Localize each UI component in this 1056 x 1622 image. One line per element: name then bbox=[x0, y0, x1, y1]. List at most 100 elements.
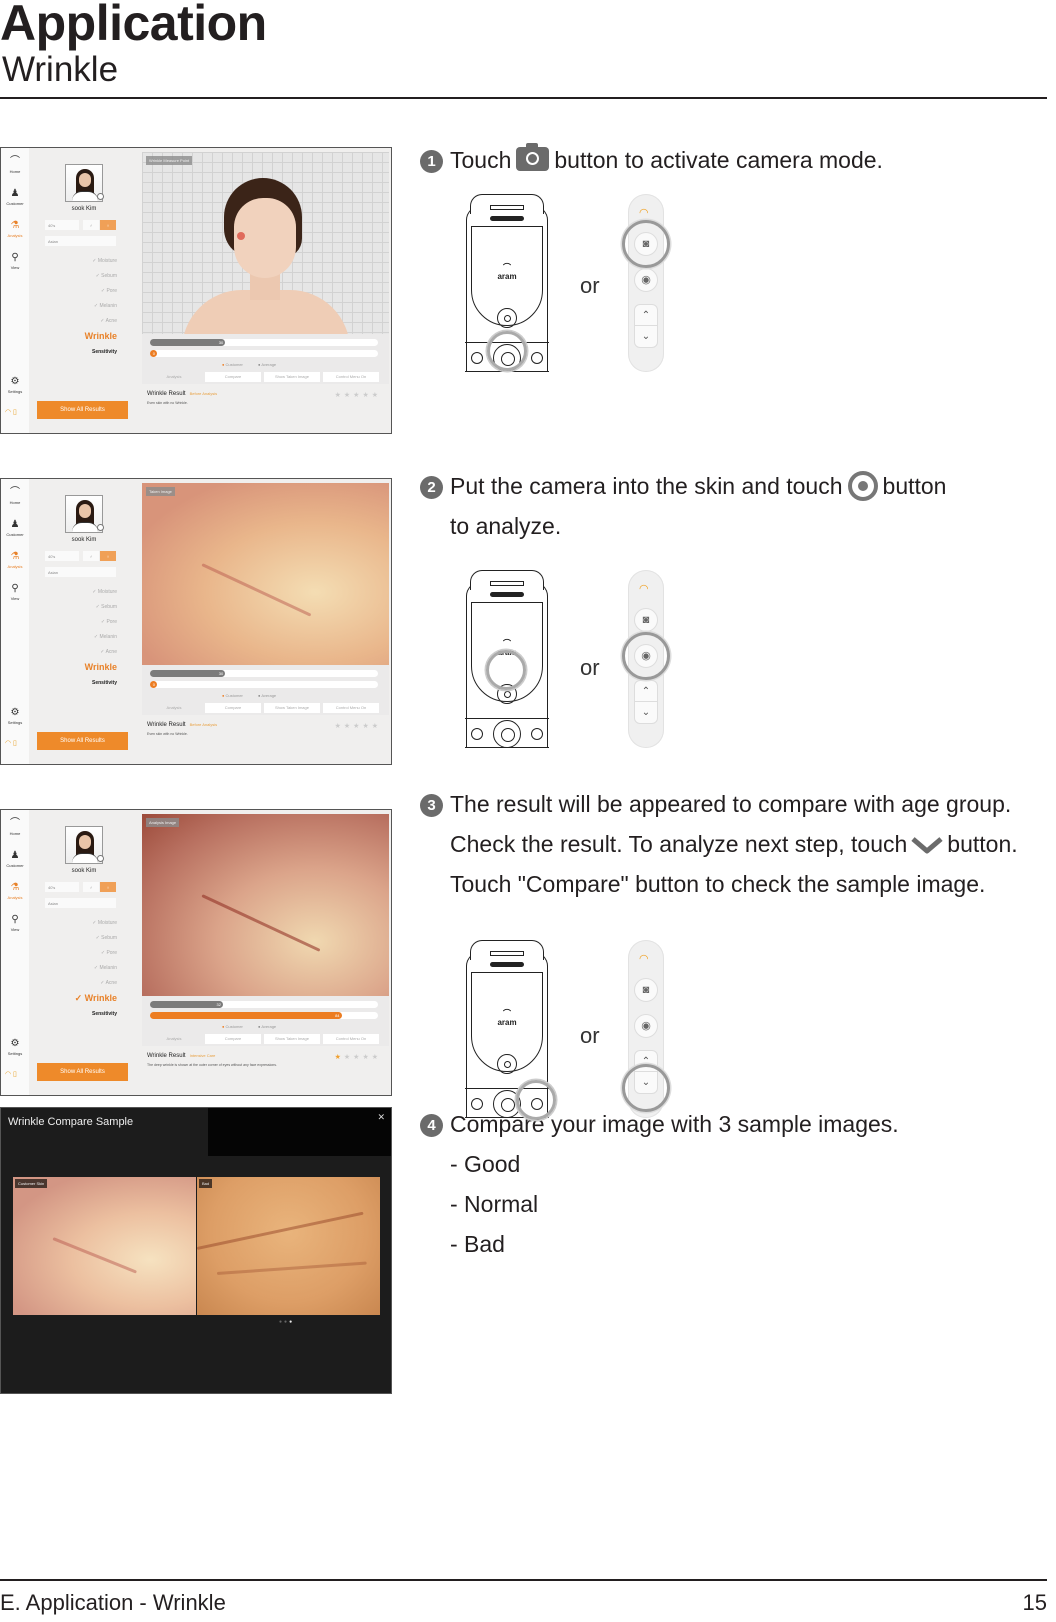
step-text: Check the result. To analyze next step, … bbox=[450, 831, 908, 857]
age-select[interactable]: 40's bbox=[45, 551, 79, 561]
gender-male-toggle[interactable]: ♂ bbox=[83, 882, 99, 892]
tab-show-taken-image[interactable]: Show Taken Image bbox=[264, 703, 320, 713]
tab-compare[interactable]: Compare bbox=[205, 1034, 261, 1044]
menu-sebum[interactable]: ✓ Sebum bbox=[96, 935, 117, 941]
chevron-down-icon[interactable]: ⌄ bbox=[635, 326, 657, 347]
menu-melanin[interactable]: ✓ Melanin bbox=[94, 303, 117, 309]
menu-wrinkle[interactable]: ✓ Wrinkle bbox=[75, 993, 117, 1004]
remote-camera-button[interactable]: ◙ bbox=[634, 978, 658, 1002]
gender-female-toggle[interactable]: ♀ bbox=[100, 220, 116, 230]
menu-acne[interactable]: ✓ Acne bbox=[100, 649, 117, 655]
nav-home[interactable]: ⌒ Home bbox=[1, 818, 29, 836]
tab-analysis[interactable]: Analysis bbox=[146, 372, 202, 382]
tab-show-taken-image[interactable]: Show Taken Image bbox=[264, 372, 320, 382]
legend: ● Customer ● Average bbox=[222, 693, 290, 698]
tab-control-menu[interactable]: Control Menu On bbox=[323, 372, 379, 382]
edit-photo-icon[interactable] bbox=[97, 855, 104, 862]
menu-moisture[interactable]: ✓ Moisture bbox=[92, 920, 117, 926]
nav-label: Analysis bbox=[7, 895, 23, 900]
show-all-results-button[interactable]: Show All Results bbox=[37, 1063, 128, 1081]
show-all-results-button[interactable]: Show All Results bbox=[37, 401, 128, 419]
menu-moisture[interactable]: ✓ Moisture bbox=[92, 589, 117, 595]
gender-male-toggle[interactable]: ♂ bbox=[83, 551, 99, 561]
menu-acne[interactable]: ✓ Acne bbox=[100, 318, 117, 324]
average-bar-track: 32 bbox=[150, 1001, 378, 1008]
modal-title: Wrinkle Compare Sample bbox=[8, 1116, 134, 1128]
nav-analysis[interactable]: ⚗ Analysis bbox=[1, 882, 29, 900]
menu-pore[interactable]: ✓ Pore bbox=[101, 619, 117, 625]
menu-melanin[interactable]: ✓ Melanin bbox=[94, 634, 117, 640]
customer-value: 0 bbox=[152, 682, 155, 687]
menu-sensitivity[interactable]: Sensitivity bbox=[92, 680, 117, 686]
nav-analysis[interactable]: ⚗ Analysis bbox=[1, 551, 29, 569]
chevron-down-icon[interactable]: ⌄ bbox=[635, 702, 657, 723]
tab-control-menu[interactable]: Control Menu On bbox=[323, 703, 379, 713]
menu-wrinkle[interactable]: Wrinkle bbox=[85, 662, 117, 672]
device-lens bbox=[497, 1054, 517, 1074]
gender-female-toggle[interactable]: ♀ bbox=[100, 551, 116, 561]
tab-control-menu[interactable]: Control Menu On bbox=[323, 1034, 379, 1044]
tab-show-taken-image[interactable]: Show Taken Image bbox=[264, 1034, 320, 1044]
close-icon[interactable]: ✕ bbox=[377, 1112, 385, 1123]
legend: ● Customer ● Average bbox=[222, 1024, 290, 1029]
device-left-button[interactable] bbox=[471, 1098, 483, 1110]
edit-photo-icon[interactable] bbox=[97, 524, 104, 531]
menu-sebum[interactable]: ✓ Sebum bbox=[96, 273, 117, 279]
rating-stars: ★★★★★ bbox=[335, 1053, 381, 1061]
measure-point-marker[interactable] bbox=[237, 232, 245, 240]
menu-acne[interactable]: ✓ Acne bbox=[100, 980, 117, 986]
edit-photo-icon[interactable] bbox=[97, 193, 104, 200]
step-text: button to activate camera mode. bbox=[554, 147, 883, 173]
nav-analysis[interactable]: ⚗ Analysis bbox=[1, 220, 29, 238]
remote-camera-button[interactable]: ◙ bbox=[634, 608, 658, 632]
remote-panel-illustration: ◠ ◙ ◉ ⌃ ⌄ bbox=[622, 194, 670, 372]
show-all-results-button[interactable]: Show All Results bbox=[37, 732, 128, 750]
remote-shutter-button[interactable]: ◉ bbox=[634, 1014, 658, 1038]
page-indicator[interactable]: ●●● bbox=[279, 1319, 294, 1325]
device-right-button[interactable] bbox=[531, 352, 543, 364]
menu-pore[interactable]: ✓ Pore bbox=[101, 950, 117, 956]
device-capture-button[interactable] bbox=[493, 720, 521, 748]
menu-moisture[interactable]: ✓ Moisture bbox=[92, 258, 117, 264]
gender-male-toggle[interactable]: ♂ bbox=[83, 220, 99, 230]
chevron-up-icon[interactable]: ⌃ bbox=[635, 305, 657, 326]
menu-melanin[interactable]: ✓ Melanin bbox=[94, 965, 117, 971]
nav-settings[interactable]: ⚙ Settings bbox=[1, 1038, 29, 1056]
menu-wrinkle[interactable]: Wrinkle bbox=[85, 331, 117, 341]
sample-good: - Good bbox=[450, 1151, 521, 1177]
ethnicity-select[interactable]: Asian bbox=[45, 567, 116, 577]
gender-female-toggle[interactable]: ♀ bbox=[100, 882, 116, 892]
menu-sensitivity[interactable]: Sensitivity bbox=[92, 349, 117, 355]
nav-customer[interactable]: ♟ Customer bbox=[1, 850, 29, 868]
device-lens bbox=[497, 308, 517, 328]
ethnicity-select[interactable]: Asian bbox=[45, 898, 116, 908]
device-left-button[interactable] bbox=[471, 728, 483, 740]
nav-home[interactable]: ⌒ Home bbox=[1, 487, 29, 505]
menu-sensitivity[interactable]: Sensitivity bbox=[92, 1011, 117, 1017]
menu-sebum[interactable]: ✓ Sebum bbox=[96, 604, 117, 610]
nav-customer[interactable]: ♟ Customer bbox=[1, 188, 29, 206]
age-select[interactable]: 40's bbox=[45, 882, 79, 892]
tab-compare[interactable]: Compare bbox=[205, 372, 261, 382]
device-right-button[interactable] bbox=[531, 728, 543, 740]
legend: ● Customer ● Average bbox=[222, 362, 290, 367]
star-icon: ★ bbox=[334, 723, 344, 730]
nav-view[interactable]: ⚲ View bbox=[1, 583, 29, 601]
tab-compare[interactable]: Compare bbox=[205, 703, 261, 713]
chevron-up-icon[interactable]: ⌃ bbox=[635, 681, 657, 702]
nav-settings[interactable]: ⚙ Settings bbox=[1, 707, 29, 725]
ethnicity-select[interactable]: Asian bbox=[45, 236, 116, 246]
nav-view[interactable]: ⚲ View bbox=[1, 252, 29, 270]
viewer-label: Wrinkle Measure Point bbox=[146, 156, 193, 165]
nav-settings[interactable]: ⚙ Settings bbox=[1, 376, 29, 394]
nav-home[interactable]: ⌒ Home bbox=[1, 156, 29, 174]
step-number: 2 bbox=[420, 476, 443, 499]
remote-shutter-button[interactable]: ◉ bbox=[634, 268, 658, 292]
nav-customer[interactable]: ♟ Customer bbox=[1, 519, 29, 537]
menu-pore[interactable]: ✓ Pore bbox=[101, 288, 117, 294]
nav-view[interactable]: ⚲ View bbox=[1, 914, 29, 932]
age-select[interactable]: 40's bbox=[45, 220, 79, 230]
tab-analysis[interactable]: Analysis bbox=[146, 703, 202, 713]
tab-analysis[interactable]: Analysis bbox=[146, 1034, 202, 1044]
device-left-button[interactable] bbox=[471, 352, 483, 364]
